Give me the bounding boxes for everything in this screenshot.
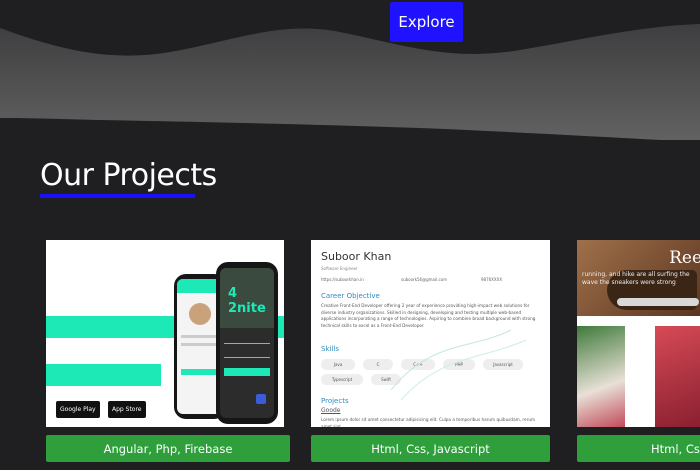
project-thumbnail-3[interactable]: Ree running, and hike are all surfing th… bbox=[577, 240, 700, 427]
section-title: Our Projects bbox=[40, 158, 217, 193]
title-underline bbox=[40, 194, 195, 198]
resume-project-name: Goode bbox=[321, 407, 341, 414]
mint-stripe bbox=[46, 364, 161, 386]
app-store-badge[interactable]: App Store bbox=[108, 401, 146, 418]
google-play-badge[interactable]: Google Play bbox=[56, 401, 100, 418]
tech-stack-button[interactable]: Angular, Php, Firebase bbox=[46, 435, 290, 462]
product-image bbox=[577, 326, 625, 427]
project-thumbnail-1[interactable]: 4 2nite Google Play App Store bbox=[46, 240, 284, 427]
resume-project-text: Lorem ipsum dolor sit amet consectetur a… bbox=[321, 417, 536, 427]
avatar bbox=[189, 303, 211, 325]
resume-projects-heading: Projects bbox=[321, 397, 349, 405]
app-logo: 4 2nite bbox=[228, 286, 266, 316]
hero-section: Explore bbox=[0, 0, 700, 140]
preview-text: running, and hike are all surfing the wa… bbox=[582, 271, 690, 286]
project-thumbnail-2[interactable]: Suboor Khan Software Engineer https://su… bbox=[311, 240, 550, 427]
facebook-icon bbox=[256, 394, 266, 404]
tech-stack-button[interactable]: Html, Css, Javascript bbox=[577, 435, 700, 462]
phone-screen: 4 2nite bbox=[220, 268, 274, 418]
product-image bbox=[655, 326, 700, 427]
preview-title: Ree bbox=[669, 248, 700, 268]
explore-button[interactable]: Explore bbox=[390, 2, 463, 42]
phone-mockup: 4 2nite bbox=[216, 262, 278, 424]
hero-wave bbox=[0, 0, 700, 140]
tech-stack-button[interactable]: Html, Css, Javascript bbox=[311, 435, 550, 462]
